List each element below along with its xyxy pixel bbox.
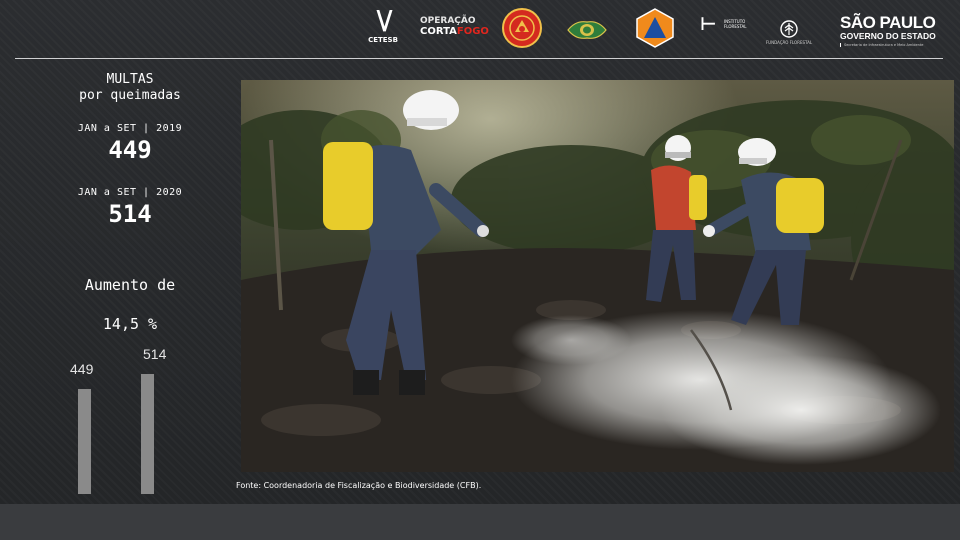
defesa-civil-logo <box>634 8 676 48</box>
increase-value: 14,5 % <box>102 315 158 333</box>
policia-ambiental-logo <box>566 16 608 44</box>
cetesb-logo: \/ CETESB <box>368 6 398 44</box>
bar-2019 <box>78 389 91 494</box>
mini-bar-chart: 449 514 <box>60 346 180 500</box>
top-divider <box>15 58 943 59</box>
firefighters-photo <box>241 80 954 472</box>
bar-2020 <box>141 374 154 494</box>
fundacao-florestal-logo: FUNDAÇÃO FLORESTAL <box>764 20 814 45</box>
stats-title-line2: por queimadas <box>79 88 181 103</box>
bottom-band <box>0 504 960 540</box>
stats-title-line1: MULTAS <box>106 72 154 87</box>
source-note: Fonte: Coordenadoria de Fiscalização e B… <box>236 481 482 490</box>
logo-bar: \/ CETESB OPERAÇÃO CORTAFOGO ⊢ INSTITUTO… <box>360 6 940 52</box>
value-2020: 514 <box>108 200 152 228</box>
sao-paulo-governo-logo: SÃO PAULO GOVERNO DO ESTADO Secretaria d… <box>840 13 936 47</box>
value-2019: 449 <box>108 136 152 164</box>
period-2019: JAN a SET | 2019 <box>77 123 183 134</box>
bombeiros-logo <box>502 8 542 48</box>
period-2020: JAN a SET | 2020 <box>77 187 183 198</box>
bar-label-2019: 449 <box>70 361 94 377</box>
increase-label: Aumento de <box>84 276 176 294</box>
bar-label-2020: 514 <box>143 346 167 362</box>
operacao-corta-fogo-logo: OPERAÇÃO CORTAFOGO <box>420 16 489 37</box>
instituto-florestal-logo: ⊢ INSTITUTO FLORESTAL <box>700 14 747 35</box>
